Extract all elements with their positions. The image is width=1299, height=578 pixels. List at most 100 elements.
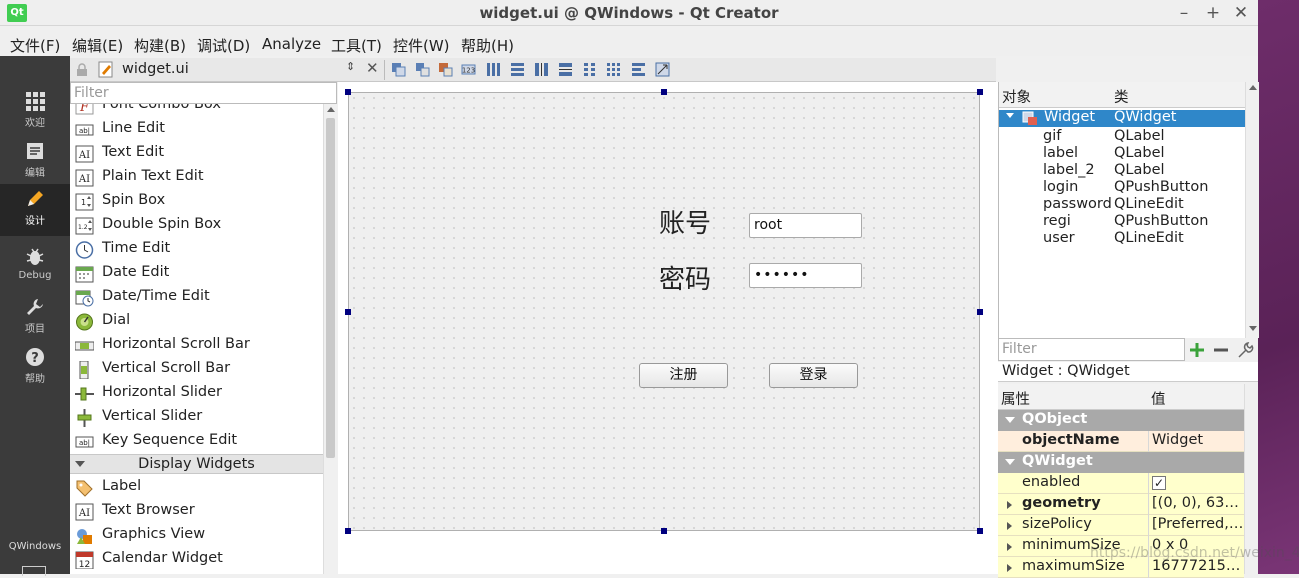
property-row-geometry[interactable]: geometry[(0, 0), 630 x 440]	[998, 494, 1244, 515]
sidebar-item-debug[interactable]: Debug	[0, 242, 70, 292]
resize-handle[interactable]	[977, 309, 983, 315]
project-selector[interactable]: QWindows	[0, 541, 70, 552]
widget-item-calendar-widget[interactable]: 12 Calendar Widget	[70, 548, 323, 572]
menu-file[interactable]: 文件(F)	[10, 35, 60, 56]
widget-item-date-edit[interactable]: Date Edit	[70, 262, 323, 286]
property-filter-input[interactable]: Filter	[998, 338, 1185, 361]
menu-widgets[interactable]: 控件(W)	[393, 35, 450, 56]
property-group-qobject[interactable]: QObject	[998, 410, 1244, 431]
edit-widgets-icon[interactable]	[391, 62, 406, 77]
widget-item-dial[interactable]: Dial	[70, 310, 323, 334]
edit-buddies-icon[interactable]	[438, 62, 453, 77]
remove-property-icon[interactable]	[1212, 341, 1230, 359]
column-value[interactable]: 值	[1151, 388, 1166, 409]
object-row[interactable]: user QLineEdit	[999, 230, 1245, 248]
file-tab[interactable]: widget.ui	[122, 61, 189, 77]
scroll-thumb[interactable]	[326, 118, 335, 458]
menu-tools[interactable]: 工具(T)	[331, 35, 382, 56]
object-row-widget[interactable]: Widget QWidget	[999, 109, 1245, 127]
widget-item-plain-text-edit[interactable]: AI Plain Text Edit	[70, 166, 323, 190]
expand-arrow-icon[interactable]	[1007, 564, 1012, 572]
widget-item-text-edit[interactable]: AI Text Edit	[70, 142, 323, 166]
object-row[interactable]: regi QPushButton	[999, 213, 1245, 231]
password-line-edit[interactable]: ••••••	[749, 263, 862, 288]
expand-arrow-icon[interactable]	[1007, 543, 1012, 551]
monitor-icon[interactable]	[22, 566, 46, 576]
break-layout-icon[interactable]	[631, 62, 646, 77]
resize-handle[interactable]	[345, 528, 351, 534]
resize-handle[interactable]	[977, 528, 983, 534]
column-object[interactable]: 对象	[1002, 86, 1031, 107]
layout-v-splitter-icon[interactable]	[558, 62, 573, 77]
column-property[interactable]: 属性	[1001, 388, 1030, 409]
edit-signals-icon[interactable]	[415, 62, 430, 77]
widget-box-scrollbar[interactable]	[323, 104, 337, 574]
widget-item-horizontal-slider[interactable]: Horizontal Slider	[70, 382, 323, 406]
layout-h-splitter-icon[interactable]	[534, 62, 549, 77]
property-row-sizepolicy[interactable]: sizePolicy[Preferred, Preferred, 0, 0]	[998, 515, 1244, 536]
widget-item-date-time-edit[interactable]: Date/Time Edit	[70, 286, 323, 310]
menu-build[interactable]: 构建(B)	[134, 35, 186, 56]
property-row-enabled[interactable]: enabled ✓	[998, 473, 1244, 494]
login-button[interactable]: 登录	[769, 363, 858, 388]
layout-form-icon[interactable]	[582, 62, 597, 77]
layout-vertical-icon[interactable]	[510, 62, 525, 77]
scroll-down-icon[interactable]	[1249, 326, 1257, 331]
sidebar-item-help[interactable]: ? 帮助	[0, 342, 70, 392]
column-class[interactable]: 类	[1114, 86, 1129, 107]
adjust-size-icon[interactable]	[655, 62, 670, 77]
sidebar-item-design[interactable]: 设计	[0, 184, 70, 236]
file-dropdown-icon[interactable]: ⇕	[346, 60, 355, 73]
configure-icon[interactable]	[1236, 341, 1254, 359]
collapse-arrow-icon[interactable]	[1005, 417, 1015, 423]
object-inspector-scrollbar[interactable]	[1245, 82, 1259, 338]
close-file-icon[interactable]: ✕	[366, 59, 379, 77]
enabled-checkbox[interactable]: ✓	[1152, 476, 1166, 490]
widget-filter-input[interactable]: Filter	[70, 82, 337, 104]
sidebar-item-edit[interactable]: 编辑	[0, 136, 70, 186]
resize-handle[interactable]	[661, 89, 667, 95]
object-row[interactable]: login QPushButton	[999, 179, 1245, 197]
layout-grid-icon[interactable]	[606, 62, 621, 77]
object-row[interactable]: label_2 QLabel	[999, 162, 1245, 180]
resize-handle[interactable]	[977, 89, 983, 95]
widget-item-label[interactable]: Label	[70, 476, 323, 500]
close-icon[interactable]: ✕	[1231, 3, 1251, 23]
widget-item-double-spin-box[interactable]: 1.2 Double Spin Box	[70, 214, 323, 238]
widget-item-graphics-view[interactable]: Graphics View	[70, 524, 323, 548]
account-label[interactable]: 账号	[659, 203, 711, 240]
sidebar-item-welcome[interactable]: 欢迎	[0, 86, 70, 136]
menu-debug[interactable]: 调试(D)	[197, 35, 250, 56]
resize-handle[interactable]	[345, 89, 351, 95]
register-button[interactable]: 注册	[639, 363, 728, 388]
collapse-arrow-icon[interactable]	[1006, 113, 1014, 118]
menu-edit[interactable]: 编辑(E)	[72, 35, 123, 56]
add-property-icon[interactable]	[1188, 341, 1206, 359]
collapse-arrow-icon[interactable]	[1005, 459, 1015, 465]
widget-item-font-combo-box[interactable]: F Font Combo Box	[70, 104, 323, 118]
layout-horizontal-icon[interactable]	[486, 62, 501, 77]
property-row-objectname[interactable]: objectName Widget	[998, 431, 1244, 452]
object-row[interactable]: password QLineEdit	[999, 196, 1245, 214]
widget-item-horizontal-scroll-bar[interactable]: Horizontal Scroll Bar	[70, 334, 323, 358]
expand-arrow-icon[interactable]	[1007, 522, 1012, 530]
property-group-qwidget[interactable]: QWidget	[998, 452, 1244, 473]
user-line-edit[interactable]: root	[749, 213, 862, 238]
minimize-icon[interactable]: –	[1174, 3, 1194, 23]
widget-item-vertical-slider[interactable]: Vertical Slider	[70, 406, 323, 430]
form-widget[interactable]: 账号 root 密码 •••••• 注册 登录	[348, 92, 980, 531]
scroll-up-icon[interactable]	[327, 107, 335, 112]
scroll-up-icon[interactable]	[1249, 85, 1257, 90]
widget-item-line-edit[interactable]: ab| Line Edit	[70, 118, 323, 142]
widget-item-text-browser[interactable]: AI Text Browser	[70, 500, 323, 524]
resize-handle[interactable]	[661, 528, 667, 534]
menu-help[interactable]: 帮助(H)	[461, 35, 514, 56]
widget-item-key-sequence-edit[interactable]: ab| Key Sequence Edit	[70, 430, 323, 454]
password-label[interactable]: 密码	[659, 259, 711, 296]
sidebar-item-projects[interactable]: 项目	[0, 292, 70, 342]
maximize-icon[interactable]: +	[1203, 3, 1223, 23]
resize-handle[interactable]	[345, 309, 351, 315]
edit-tab-order-icon[interactable]: 123	[461, 62, 476, 77]
object-row[interactable]: gif QLabel	[999, 128, 1245, 146]
expand-arrow-icon[interactable]	[1007, 501, 1012, 509]
